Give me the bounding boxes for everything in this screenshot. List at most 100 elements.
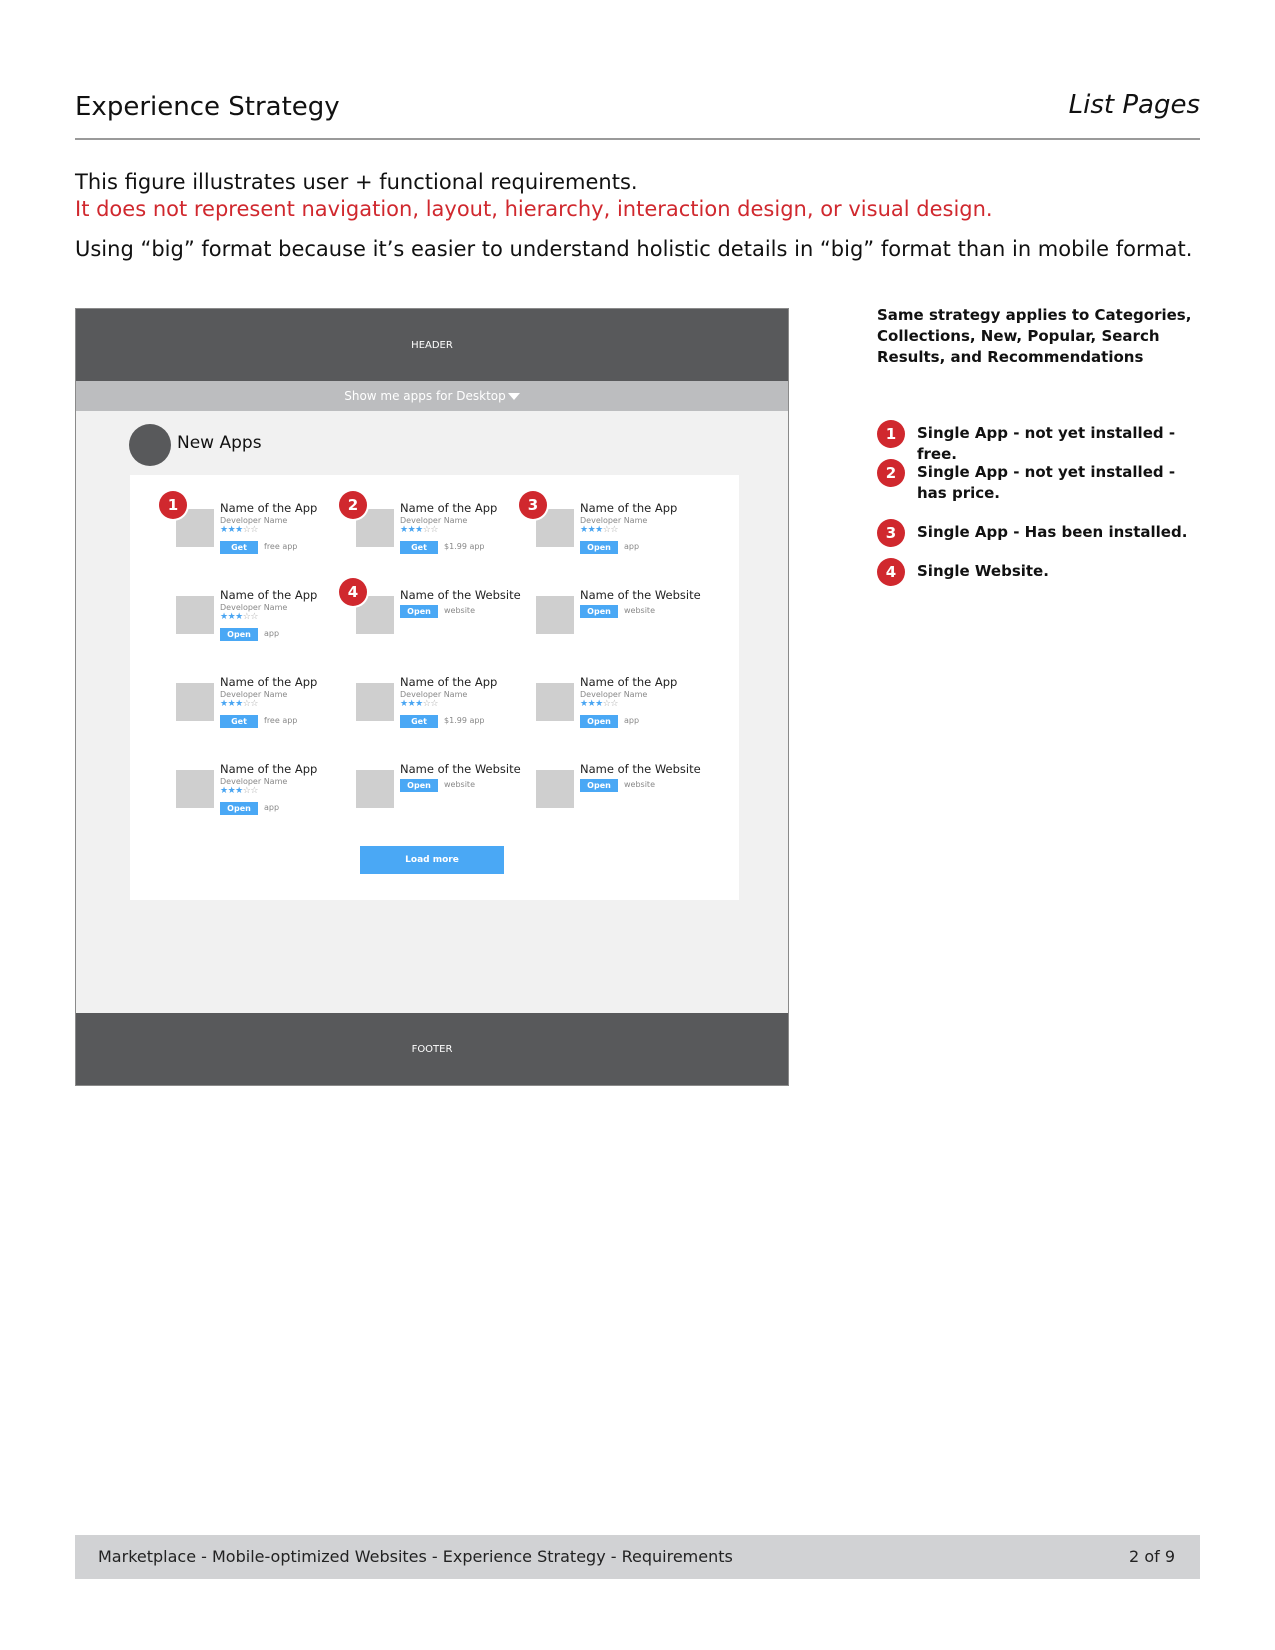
page-number: 2 of 9: [1129, 1547, 1175, 1566]
website-card[interactable]: Name of the Website Open website: [536, 588, 711, 668]
open-button[interactable]: Open: [400, 779, 438, 792]
star-empty-icon: ☆: [430, 525, 438, 535]
item-type-note: free app: [264, 716, 298, 725]
star-filled-icon: ★: [220, 612, 228, 622]
item-type-note: $1.99 app: [444, 542, 485, 551]
website-card[interactable]: Name of the Website Open website: [356, 762, 531, 842]
platform-filter-label: Show me apps for Desktop: [344, 389, 506, 403]
open-button[interactable]: Open: [220, 802, 258, 815]
open-button[interactable]: Open: [220, 628, 258, 641]
get-button[interactable]: Get: [400, 541, 438, 554]
item-type-note: app: [264, 629, 280, 638]
developer-name: Developer Name: [400, 516, 468, 525]
star-filled-icon: ★: [235, 786, 243, 796]
item-type-note: website: [444, 780, 475, 789]
item-type-note: app: [264, 803, 280, 812]
section-heading: New Apps: [177, 433, 262, 453]
intro-line-3: Using “big” format because it’s easier t…: [75, 237, 1193, 261]
star-rating: ★★★☆☆: [220, 786, 258, 796]
open-button[interactable]: Open: [400, 605, 438, 618]
open-button[interactable]: Open: [580, 715, 618, 728]
item-name[interactable]: Name of the App: [400, 675, 497, 689]
developer-name: Developer Name: [400, 690, 468, 699]
open-button[interactable]: Open: [580, 779, 618, 792]
wireframe: HEADER Show me apps for Desktop New Apps…: [75, 308, 789, 1086]
app-card[interactable]: Name of the App Developer Name ★★★☆☆ Get fre…: [176, 501, 351, 581]
star-empty-icon: ☆: [610, 699, 618, 709]
star-filled-icon: ★: [235, 612, 243, 622]
item-name[interactable]: Name of the App: [400, 501, 497, 515]
item-name[interactable]: Name of the App: [220, 762, 317, 776]
app-thumbnail[interactable]: [536, 770, 574, 808]
app-thumbnail[interactable]: [356, 683, 394, 721]
callout-badge: 3: [519, 491, 547, 519]
get-button[interactable]: Get: [220, 715, 258, 728]
star-filled-icon: ★: [415, 699, 423, 709]
open-button[interactable]: Open: [580, 605, 618, 618]
item-name[interactable]: Name of the Website: [400, 762, 521, 776]
wireframe-header-label: HEADER: [411, 339, 453, 351]
app-card[interactable]: Name of the App Developer Name ★★★☆☆ Get $1.…: [356, 675, 531, 755]
item-name[interactable]: Name of the Website: [580, 588, 701, 602]
get-button[interactable]: Get: [220, 541, 258, 554]
app-card[interactable]: Name of the App Developer Name ★★★☆☆ Open ap…: [536, 675, 711, 755]
star-filled-icon: ★: [595, 699, 603, 709]
item-name[interactable]: Name of the App: [220, 501, 317, 515]
app-thumbnail[interactable]: [176, 770, 214, 808]
item-name[interactable]: Name of the Website: [580, 762, 701, 776]
star-filled-icon: ★: [400, 699, 408, 709]
app-card[interactable]: Name of the App Developer Name ★★★☆☆ Open ap…: [176, 762, 351, 842]
app-card[interactable]: Name of the App Developer Name ★★★☆☆ Get $1.…: [356, 501, 531, 581]
chevron-down-icon: [507, 392, 520, 400]
item-type-note: website: [624, 780, 655, 789]
legend-badge: 4: [877, 558, 905, 586]
callout-badge: 4: [339, 578, 367, 606]
load-more-button[interactable]: Load more: [360, 846, 504, 874]
item-name[interactable]: Name of the App: [580, 675, 677, 689]
legend-badge: 3: [877, 519, 905, 547]
section-title: List Pages: [1068, 90, 1200, 120]
star-rating: ★★★☆☆: [400, 699, 438, 709]
item-type-note: website: [624, 606, 655, 615]
star-filled-icon: ★: [595, 525, 603, 535]
item-name[interactable]: Name of the App: [220, 588, 317, 602]
app-thumbnail[interactable]: [356, 770, 394, 808]
item-type-note: app: [624, 716, 640, 725]
developer-name: Developer Name: [580, 516, 648, 525]
star-filled-icon: ★: [220, 699, 228, 709]
platform-filter[interactable]: Show me apps for Desktop: [76, 381, 788, 411]
app-card[interactable]: Name of the App Developer Name ★★★☆☆ Open ap…: [536, 501, 711, 581]
wireframe-footer-label: FOOTER: [411, 1043, 453, 1055]
star-empty-icon: ☆: [430, 699, 438, 709]
item-name[interactable]: Name of the App: [580, 501, 677, 515]
star-empty-icon: ☆: [250, 612, 258, 622]
website-card[interactable]: Name of the Website Open website: [356, 588, 531, 668]
item-type-note: website: [444, 606, 475, 615]
header-divider: [75, 138, 1200, 140]
app-thumbnail[interactable]: [536, 596, 574, 634]
developer-name: Developer Name: [220, 777, 288, 786]
developer-name: Developer Name: [220, 690, 288, 699]
app-list-panel: Load more Name of the App Developer Name ★…: [130, 475, 739, 900]
legend-badge: 1: [877, 420, 905, 448]
star-empty-icon: ☆: [250, 786, 258, 796]
star-empty-icon: ☆: [250, 525, 258, 535]
callout-badge: 2: [339, 491, 367, 519]
item-type-note: $1.99 app: [444, 716, 485, 725]
star-filled-icon: ★: [580, 525, 588, 535]
legend-text: Single Website.: [917, 562, 1049, 580]
app-card[interactable]: Name of the App Developer Name ★★★☆☆ Open ap…: [176, 588, 351, 668]
website-card[interactable]: Name of the Website Open website: [536, 762, 711, 842]
app-thumbnail[interactable]: [176, 683, 214, 721]
section-icon: [129, 424, 171, 466]
item-name[interactable]: Name of the App: [220, 675, 317, 689]
legend-text: Single App - not yet installed - has pri…: [917, 463, 1176, 502]
star-filled-icon: ★: [580, 699, 588, 709]
developer-name: Developer Name: [580, 690, 648, 699]
app-thumbnail[interactable]: [536, 683, 574, 721]
app-thumbnail[interactable]: [176, 596, 214, 634]
app-card[interactable]: Name of the App Developer Name ★★★☆☆ Get fre…: [176, 675, 351, 755]
open-button[interactable]: Open: [580, 541, 618, 554]
get-button[interactable]: Get: [400, 715, 438, 728]
item-name[interactable]: Name of the Website: [400, 588, 521, 602]
